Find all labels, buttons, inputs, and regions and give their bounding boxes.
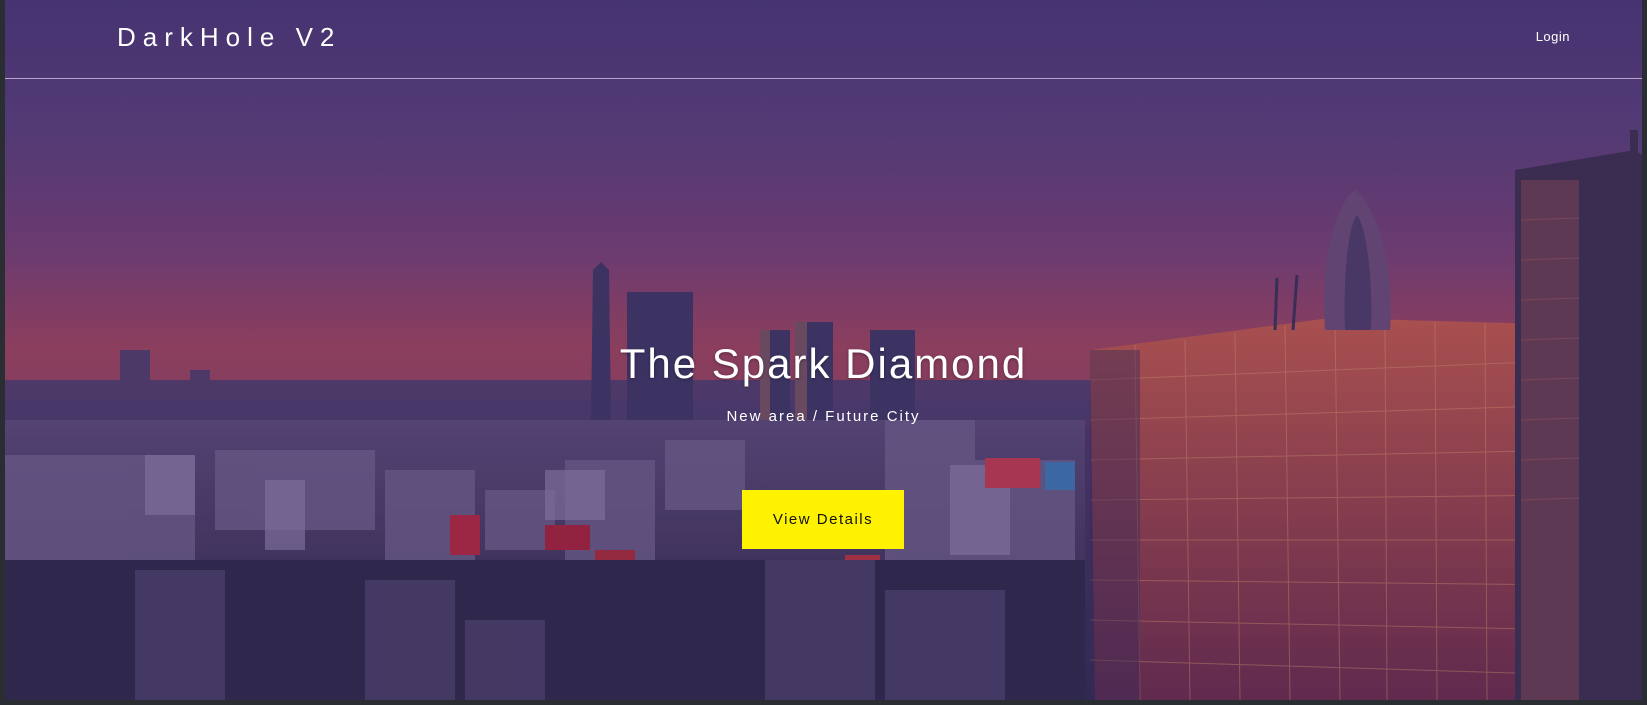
site-header: DarkHole V2 Login	[5, 0, 1642, 79]
brand-logo[interactable]: DarkHole V2	[117, 22, 341, 53]
login-link[interactable]: Login	[1536, 29, 1570, 44]
page: DarkHole V2 Login The Spark Diamond New …	[5, 0, 1642, 700]
view-details-button[interactable]: View Details	[742, 490, 904, 549]
hero-title: The Spark Diamond	[619, 340, 1028, 387]
hero-section: The Spark Diamond New area / Future City	[5, 340, 1642, 425]
hero-subtitle: New area / Future City	[726, 408, 921, 425]
